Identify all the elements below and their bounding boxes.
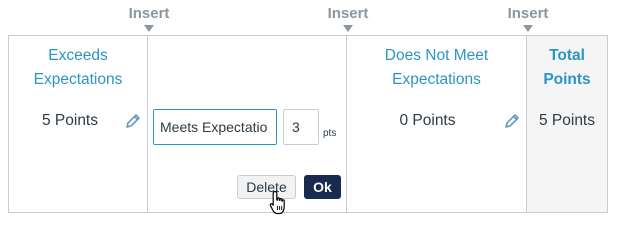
insert-label: Insert (327, 5, 369, 22)
pencil-icon[interactable] (503, 112, 521, 135)
rating-title: Exceeds Expectations (33, 47, 123, 88)
rating-name-input[interactable] (153, 109, 277, 145)
caret-down-icon (144, 25, 154, 32)
insert-button-3[interactable]: Insert (498, 5, 558, 32)
ok-button[interactable]: Ok (304, 175, 341, 199)
insert-button-1[interactable]: Insert (119, 5, 179, 32)
total-points-value: 5 Points (538, 112, 595, 129)
insert-button-2[interactable]: Insert (318, 5, 378, 32)
rating-points-input[interactable] (283, 109, 319, 145)
hand-pointer-cursor (269, 190, 289, 221)
rating-editing: pts Delete Ok (148, 36, 347, 212)
insert-label: Insert (128, 5, 170, 22)
insert-label: Insert (507, 5, 549, 22)
rating-title: Does Not Meet Expectations (384, 47, 489, 88)
rating-does-not-meet: Does Not Meet Expectations 0 Points (347, 36, 527, 212)
rubric-ratings-row: Exceeds Expectations 5 Points pts Delete… (8, 35, 608, 213)
pencil-icon[interactable] (124, 112, 142, 135)
rating-exceeds: Exceeds Expectations 5 Points (9, 36, 148, 212)
total-points-title: Total Points (543, 47, 591, 88)
total-points-column: Total Points 5 Points (527, 36, 607, 212)
caret-down-icon (523, 25, 533, 32)
rating-points: 0 Points (399, 112, 456, 129)
caret-down-icon (343, 25, 353, 32)
